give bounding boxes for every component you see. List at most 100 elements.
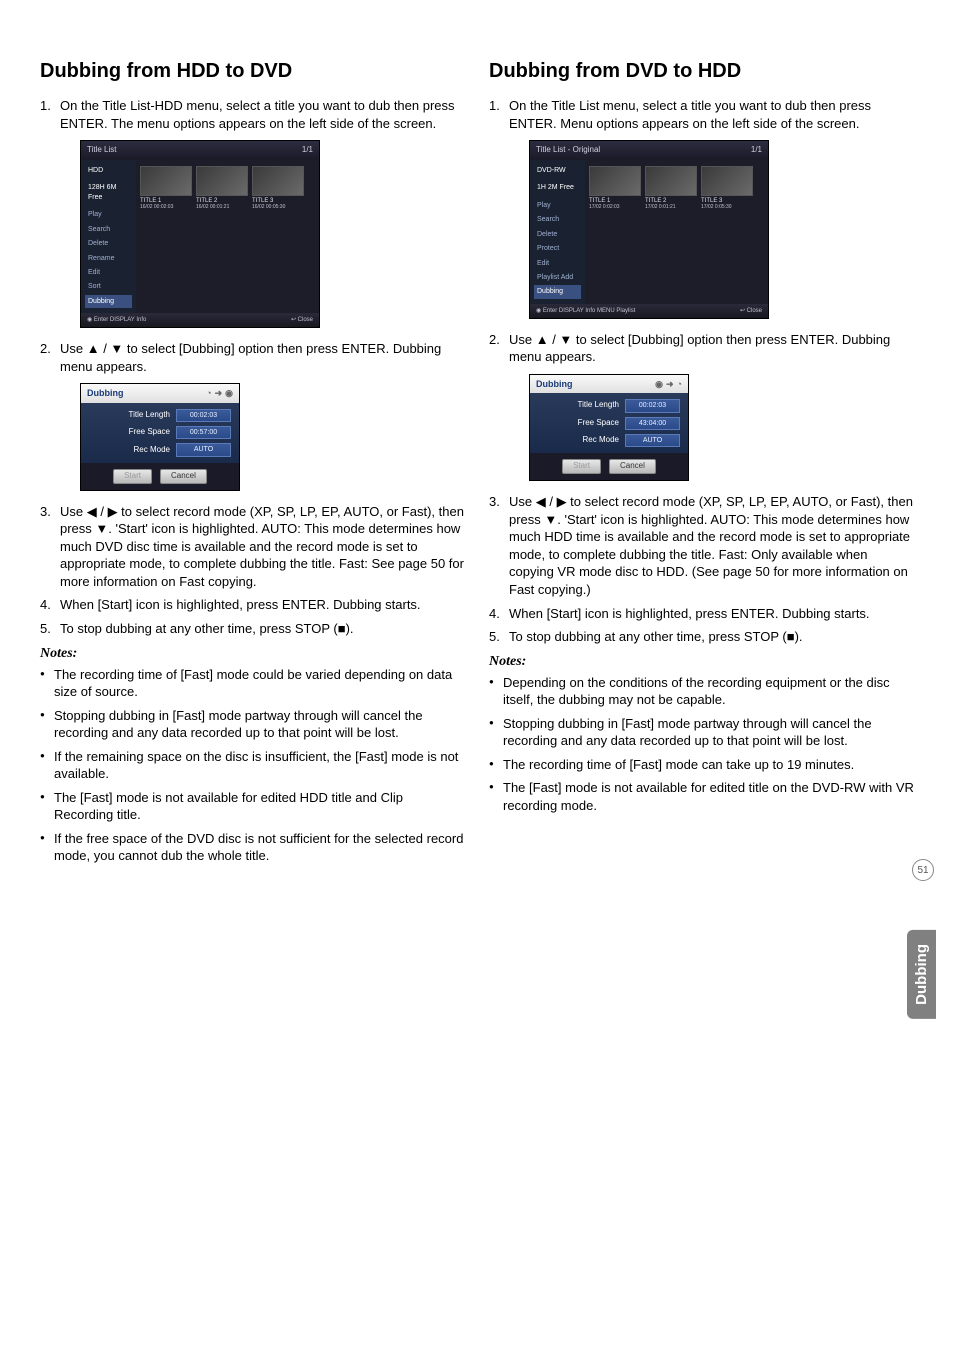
thumb-date: 16/02 00:02:03 <box>140 204 192 211</box>
step-text: On the Title List menu, select a title y… <box>509 98 871 131</box>
step: Use ◀ / ▶ to select record mode (XP, SP,… <box>40 503 465 591</box>
menu-item[interactable]: Play <box>534 199 581 212</box>
step: To stop dubbing at any other time, press… <box>40 620 465 638</box>
start-button[interactable]: Start <box>562 459 601 474</box>
dubbing-panel-screenshot: Dubbing ◉ ➜ ◔ Title Length00:02:03 Free … <box>529 374 914 481</box>
note: The recording time of [Fast] mode could … <box>40 666 465 701</box>
dp-label: Rec Mode <box>538 435 625 446</box>
tl-sidebar: HDD 128H 6M Free Play Search Delete Rena… <box>81 160 136 313</box>
menu-item[interactable]: Delete <box>534 228 581 241</box>
step: When [Start] icon is highlighted, press … <box>40 596 465 614</box>
step: On the Title List-HDD menu, select a tit… <box>40 97 465 328</box>
start-button[interactable]: Start <box>113 469 152 484</box>
tl-footer-left: ◉ Enter DISPLAY Info MENU Playlist <box>536 307 635 315</box>
tl-title: Title List - Original <box>536 145 600 156</box>
step: On the Title List menu, select a title y… <box>489 97 914 319</box>
step: Use ▲ / ▼ to select [Dubbing] option the… <box>489 331 914 481</box>
title-list-screenshot: Title List - Original 1/1 DVD-RW 1H 2M F… <box>529 140 914 319</box>
step-text: To stop dubbing at any other time, press… <box>60 621 354 636</box>
menu-item[interactable]: Search <box>85 223 132 236</box>
left-steps: On the Title List-HDD menu, select a tit… <box>40 97 465 638</box>
step: Use ▲ / ▼ to select [Dubbing] option the… <box>40 340 465 490</box>
hdd-icon: ◔ <box>677 378 682 390</box>
thumb-date: 16/02 00:01:21 <box>196 204 248 211</box>
thumb[interactable]: TITLE 3 16/02 00:05:30 <box>252 166 304 211</box>
note: The [Fast] mode is not available for edi… <box>489 779 914 814</box>
page-content: Dubbing from HDD to DVD On the Title Lis… <box>40 60 914 871</box>
thumb-image <box>196 166 248 196</box>
thumb-image <box>589 166 641 196</box>
dp-value: 00:02:03 <box>625 399 680 412</box>
dp-direction-icons: ◔ ➜ ◉ <box>206 387 233 399</box>
thumb[interactable]: TITLE 2 16/02 00:01:21 <box>196 166 248 211</box>
tl-page: 1/1 <box>302 145 313 156</box>
note: The recording time of [Fast] mode can ta… <box>489 756 914 774</box>
step: Use ◀ / ▶ to select record mode (XP, SP,… <box>489 493 914 598</box>
thumb[interactable]: TITLE 1 17/02 0:02:03 <box>589 166 641 211</box>
dp-value[interactable]: AUTO <box>176 443 231 456</box>
dp-value: 00:02:03 <box>176 409 231 422</box>
menu-item-dubbing[interactable]: Dubbing <box>534 285 581 298</box>
dubbing-panel-screenshot: Dubbing ◔ ➜ ◉ Title Length00:02:03 Free … <box>80 383 465 490</box>
tl-title: Title List <box>87 145 117 156</box>
dp-direction-icons: ◉ ➜ ◔ <box>655 378 682 390</box>
menu-item[interactable]: Rename <box>85 252 132 265</box>
arrow-icon: ➜ <box>215 387 223 399</box>
thumb-title: TITLE 3 <box>252 198 304 205</box>
tl-thumbs: TITLE 1 16/02 00:02:03 TITLE 2 16/02 00:… <box>136 160 319 313</box>
menu-item[interactable]: Search <box>534 213 581 226</box>
thumb-title: TITLE 2 <box>196 198 248 205</box>
step: When [Start] icon is highlighted, press … <box>489 605 914 623</box>
tl-thumbs: TITLE 1 17/02 0:02:03 TITLE 2 17/02 0:01… <box>585 160 768 304</box>
left-column: Dubbing from HDD to DVD On the Title Lis… <box>40 60 465 871</box>
thumb-image <box>140 166 192 196</box>
tl-footer-right: ↩ Close <box>291 316 313 324</box>
thumb-image <box>252 166 304 196</box>
dp-label: Title Length <box>89 410 176 421</box>
note: Stopping dubbing in [Fast] mode partway … <box>489 715 914 750</box>
right-notes: Depending on the conditions of the recor… <box>489 674 914 815</box>
menu-item-dubbing[interactable]: Dubbing <box>85 295 132 308</box>
dp-value: 00:57:00 <box>176 426 231 439</box>
menu-item[interactable]: Playlist Add <box>534 271 581 284</box>
menu-item[interactable]: Protect <box>534 242 581 255</box>
step-text: Use ▲ / ▼ to select [Dubbing] option the… <box>60 341 441 374</box>
tl-source: DVD-RW <box>534 164 581 177</box>
step-text: Use ▲ / ▼ to select [Dubbing] option the… <box>509 332 890 365</box>
hdd-icon: ◔ <box>206 387 211 399</box>
title-list-screenshot: Title List 1/1 HDD 128H 6M Free Play Sea… <box>80 140 465 328</box>
menu-item[interactable]: Edit <box>85 266 132 279</box>
dp-label: Free Space <box>538 418 625 429</box>
dp-value: 43:04:00 <box>625 417 680 430</box>
tl-sidebar: DVD-RW 1H 2M Free Play Search Delete Pro… <box>530 160 585 304</box>
cancel-button[interactable]: Cancel <box>160 469 207 484</box>
menu-item[interactable]: Sort <box>85 280 132 293</box>
thumb[interactable]: TITLE 1 16/02 00:02:03 <box>140 166 192 211</box>
step: To stop dubbing at any other time, press… <box>489 628 914 646</box>
right-steps: On the Title List menu, select a title y… <box>489 97 914 646</box>
thumb-title: TITLE 2 <box>645 198 697 205</box>
step-text: When [Start] icon is highlighted, press … <box>509 606 870 621</box>
menu-item[interactable]: Edit <box>534 257 581 270</box>
thumb-date: 17/02 0:02:03 <box>589 204 641 211</box>
dvd-icon: ◉ <box>655 378 663 390</box>
notes-heading: Notes: <box>489 654 914 670</box>
cancel-button[interactable]: Cancel <box>609 459 656 474</box>
heading-right: Dubbing from DVD to HDD <box>489 60 914 83</box>
menu-item[interactable]: Play <box>85 208 132 221</box>
heading-left: Dubbing from HDD to DVD <box>40 60 465 83</box>
step-text: When [Start] icon is highlighted, press … <box>60 597 421 612</box>
thumb[interactable]: TITLE 2 17/02 0:01:21 <box>645 166 697 211</box>
step-text: Use ◀ / ▶ to select record mode (XP, SP,… <box>60 504 464 589</box>
dp-label: Rec Mode <box>89 445 176 456</box>
tl-capacity: 1H 2M Free <box>534 181 581 194</box>
right-column: Dubbing from DVD to HDD On the Title Lis… <box>489 60 914 871</box>
page-number: 51 <box>912 859 934 881</box>
dvd-icon: ◉ <box>225 387 233 399</box>
dp-value[interactable]: AUTO <box>625 434 680 447</box>
thumb-title: TITLE 1 <box>589 198 641 205</box>
menu-item[interactable]: Delete <box>85 237 132 250</box>
note: If the remaining space on the disc is in… <box>40 748 465 783</box>
thumb[interactable]: TITLE 3 17/02 0:05:30 <box>701 166 753 211</box>
note: The [Fast] mode is not available for edi… <box>40 789 465 824</box>
